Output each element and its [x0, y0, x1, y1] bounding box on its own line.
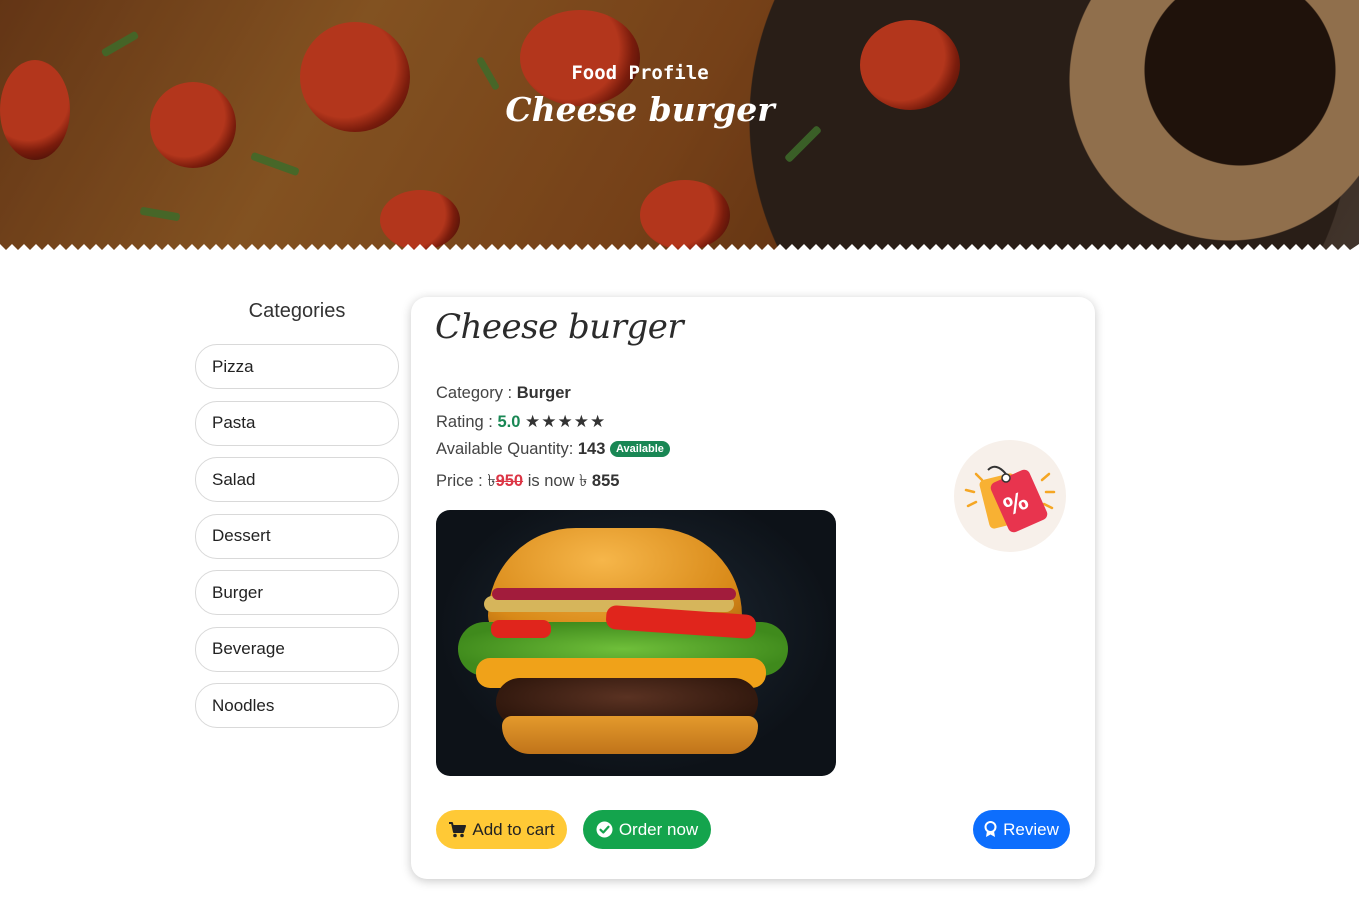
category-item-dessert[interactable]: Dessert: [195, 513, 399, 559]
category-item-salad[interactable]: Salad: [195, 457, 399, 502]
award-icon: [984, 821, 997, 837]
order-now-button[interactable]: Order now: [583, 810, 711, 849]
order-now-label: Order now: [618, 819, 699, 839]
category-item-pizza[interactable]: Pizza: [195, 344, 399, 389]
discount-tag-icon: %: [954, 440, 1066, 552]
cart-icon: [449, 821, 467, 837]
category-list: Pizza Pasta Salad Dessert Burger Beverag…: [195, 344, 399, 740]
review-label: Review: [1003, 819, 1059, 839]
quantity-row: Available Quantity: 143 Available: [436, 440, 670, 459]
price-label: Price :: [436, 472, 483, 490]
add-to-cart-label: Add to cart: [472, 819, 555, 839]
currency-symbol: ৳: [487, 472, 496, 490]
category-item-noodles[interactable]: Noodles: [195, 683, 399, 728]
price-row: Price : ৳950 is now ৳ 855: [436, 468, 619, 495]
category-label: Category :: [436, 384, 513, 402]
bun-bottom: [502, 716, 758, 754]
burger-image: [436, 510, 836, 776]
rating-stars-icon: ★★★★★: [525, 412, 607, 431]
rating-label: Rating :: [436, 413, 493, 431]
old-price: 950: [495, 472, 524, 490]
category-item-beverage[interactable]: Beverage: [195, 626, 399, 672]
category-row: Category : Burger: [436, 384, 571, 403]
product-card: Cheese burger Category : Burger Rating :…: [411, 297, 1095, 879]
product-title: Cheese burger: [435, 307, 684, 347]
currency-symbol: ৳: [579, 472, 588, 490]
rating-row: Rating : 5.0 ★★★★★: [436, 412, 606, 432]
review-button[interactable]: Review: [973, 810, 1070, 849]
category-item-pasta[interactable]: Pasta: [195, 400, 399, 446]
availability-badge: Available: [610, 441, 670, 457]
quantity-label: Available Quantity:: [436, 440, 574, 458]
hero-title: Cheese burger: [505, 90, 775, 129]
price-joiner: is now: [527, 472, 575, 490]
hero-banner: Food Profile Cheese burger: [0, 0, 1359, 252]
hero-subtitle: Food Profile: [571, 62, 709, 84]
tomato-layer: [491, 620, 551, 638]
add-to-cart-button[interactable]: Add to cart: [436, 810, 567, 849]
category-value: Burger: [516, 384, 571, 402]
categories-title: Categories: [248, 300, 346, 322]
onion-layer: [492, 588, 736, 600]
rating-value: 5.0: [497, 413, 521, 431]
new-price: 855: [591, 472, 620, 490]
check-circle-icon: [596, 821, 613, 838]
category-item-burger[interactable]: Burger: [195, 570, 399, 615]
quantity-value: 143: [577, 440, 606, 458]
zigzag-divider: [0, 244, 1359, 252]
